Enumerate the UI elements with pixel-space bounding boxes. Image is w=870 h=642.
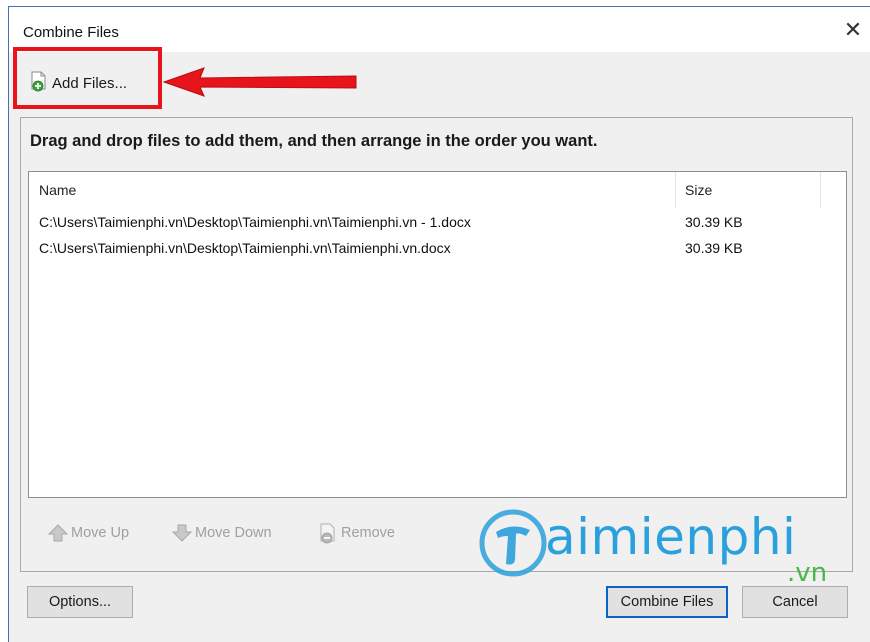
add-file-icon (28, 70, 52, 96)
file-name: C:\Users\Taimienphi.vn\Desktop\Taimienph… (39, 214, 471, 230)
arrow-up-icon (47, 524, 69, 542)
arrow-down-icon (171, 524, 193, 542)
close-button[interactable]: ✕ (838, 15, 868, 45)
file-name: C:\Users\Taimienphi.vn\Desktop\Taimienph… (39, 240, 451, 256)
combine-files-button[interactable]: Combine Files (606, 586, 728, 618)
file-row[interactable]: C:\Users\Taimienphi.vn\Desktop\Taimienph… (29, 235, 846, 261)
move-up-button[interactable]: Move Up (47, 518, 129, 548)
annotation-arrow-icon (162, 67, 357, 97)
options-button[interactable]: Options... (27, 586, 133, 618)
file-size: 30.39 KB (685, 240, 743, 256)
add-files-label: Add Files... (52, 74, 128, 92)
column-header-name[interactable]: Name (39, 172, 76, 208)
remove-button[interactable]: Remove (317, 518, 395, 548)
dialog-title: Combine Files (23, 24, 119, 41)
add-files-button[interactable]: Add Files... (26, 70, 133, 96)
column-divider[interactable] (675, 172, 676, 208)
cancel-button[interactable]: Cancel (742, 586, 848, 618)
remove-file-icon (320, 523, 335, 544)
move-up-label: Move Up (71, 525, 130, 541)
files-panel: Drag and drop files to add them, and the… (20, 117, 853, 572)
title-bar: Combine Files ✕ (9, 7, 870, 52)
move-down-button[interactable]: Move Down (171, 518, 272, 548)
remove-label: Remove (341, 525, 395, 541)
file-row[interactable]: C:\Users\Taimienphi.vn\Desktop\Taimienph… (29, 209, 846, 235)
instructions-text: Drag and drop files to add them, and the… (30, 132, 598, 150)
file-size: 30.39 KB (685, 214, 743, 230)
column-header-size[interactable]: Size (685, 172, 712, 208)
column-divider[interactable] (820, 172, 821, 208)
file-list[interactable]: Name Size C:\Users\Taimienphi.vn\Desktop… (28, 171, 847, 498)
move-down-label: Move Down (195, 525, 272, 541)
list-actions: Move Up Move Down Remove (21, 518, 852, 548)
